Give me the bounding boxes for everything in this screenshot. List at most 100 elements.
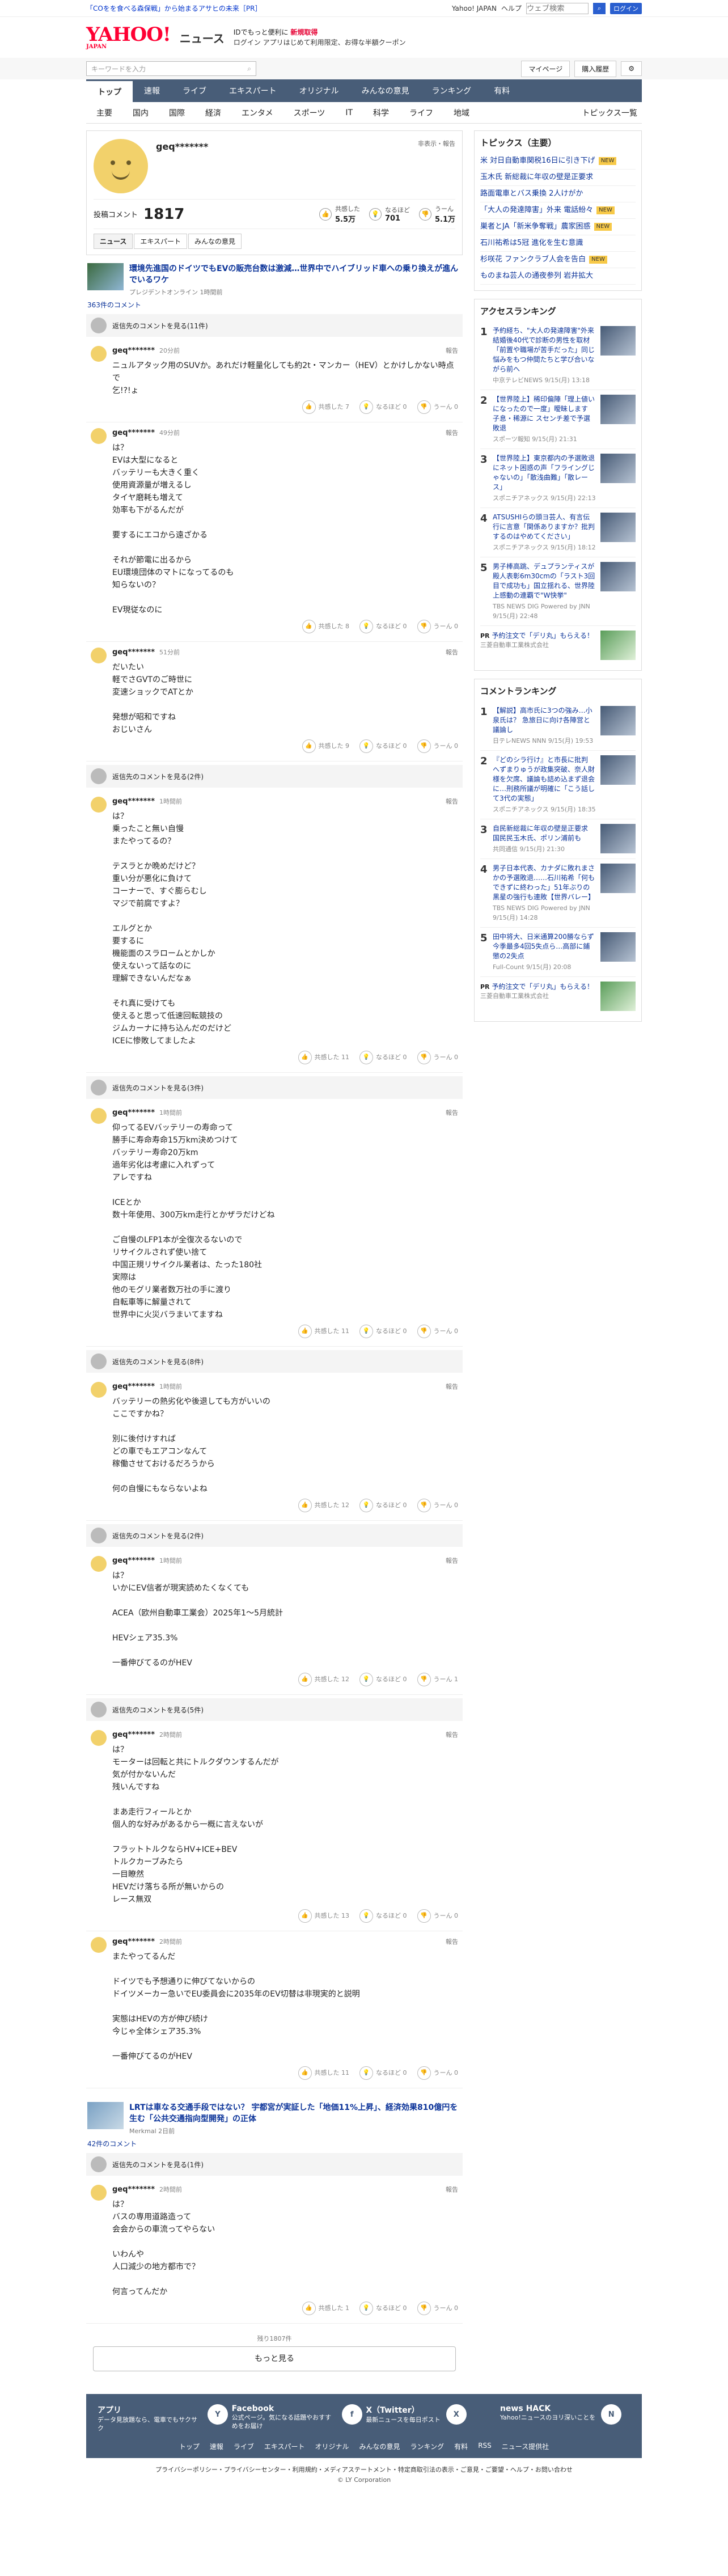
insight-button[interactable]: 💡 なるほど 0 <box>359 1325 407 1338</box>
comment-user[interactable]: geq******* <box>112 2185 155 2194</box>
footer-link[interactable]: トップ <box>179 2442 200 2451</box>
nav-paid[interactable]: 有料 <box>482 79 521 102</box>
footer-link[interactable]: エキスパート <box>264 2442 305 2451</box>
footer-app[interactable]: アプリ データ見放題なら、電車でもサクサク Y <box>98 2404 228 2433</box>
promo-link[interactable]: 「COをを食べる森保戦」から始まるアサヒの未来［PR］ <box>86 3 261 13</box>
rank-title[interactable]: 【世界陸上】東京都内の予選敗退にネット困惑の声「フライングじゃないの」「散浅曲難… <box>493 454 595 491</box>
topic-title[interactable]: 米 対日自動車関税16日に引き下げ <box>480 153 595 169</box>
hmm-button[interactable]: 👎 うーん 0 <box>417 2302 458 2315</box>
cat-economy[interactable]: 経済 <box>195 107 231 119</box>
footer-link[interactable]: みんなの意見 <box>359 2442 400 2451</box>
topic-item[interactable]: 米 対日自動車関税16日に引き下げ NEW <box>480 153 636 170</box>
comment-count-link[interactable]: 42件のコメント <box>87 2139 462 2148</box>
cat-entertainment[interactable]: エンタメ <box>231 107 283 119</box>
empathy-button[interactable]: 👍 共感した 9 <box>302 739 349 753</box>
hmm-button[interactable]: 👎 うーん 0 <box>417 620 458 633</box>
insight-button[interactable]: 💡 なるほど 0 <box>359 739 407 753</box>
rank-title[interactable]: 予約経ち、"大人の発達障害"外来 結婚後40代で診断の男性を取材「前置や職場が苦… <box>493 327 595 373</box>
ranking-item[interactable]: 3 自民新総裁に年収の壁是正要求 国民民玉木氏、ポリン浦前も 共同通信 9/15(月… <box>480 819 636 859</box>
topic-item[interactable]: 玉木氏 新総裁に年収の壁是正要求 <box>480 170 636 186</box>
report-link[interactable]: 報告 <box>446 1556 458 1565</box>
hmm-button[interactable]: 👎 うーん 0 <box>417 739 458 753</box>
signup-link[interactable]: 新規取得 <box>290 28 318 36</box>
yahoo-logo[interactable]: YAHOO! JAPAN <box>86 25 171 50</box>
rank-title[interactable]: 男子棒高跳、デュプランティスが殿人表彰6m30cmの「ラスト3回目で成功も」国立… <box>493 562 595 599</box>
footer-link[interactable]: ライブ <box>234 2442 254 2451</box>
insight-button[interactable]: 💡 なるほど 0 <box>359 1051 407 1064</box>
tab-opinion[interactable]: みんなの意見 <box>188 234 242 249</box>
report-link[interactable]: 報告 <box>446 2185 458 2194</box>
footer-link[interactable]: オリジナル <box>315 2442 349 2451</box>
pr-ad[interactable]: PR 予約注文で「デリ丸」もらえる！ 三菱自動車工業株式会社 <box>480 977 636 1016</box>
cat-main[interactable]: 主要 <box>86 107 122 119</box>
rank-text[interactable]: 【世界陸上】稀印偏陣「理上値いになったので一度」曖昧します 子息・稀源に スセン… <box>493 395 596 444</box>
comment-user[interactable]: geq******* <box>112 1938 155 1946</box>
topic-title[interactable]: 路面電車とバス乗換 2人けがか <box>480 186 583 202</box>
comment-user[interactable]: geq******* <box>112 1556 155 1565</box>
rank-text[interactable]: 田中将大、日米通算200勝ならず 今季最多4回5失点ら…高部に鋪懲の2失点 Ful… <box>493 932 596 972</box>
topics-list-link[interactable]: トピックス一覧 <box>572 107 642 119</box>
search-icon[interactable]: ⌕ <box>593 2 606 14</box>
tab-expert[interactable]: エキスパート <box>134 234 188 249</box>
insight-button[interactable]: 💡 なるほど 0 <box>359 620 407 633</box>
cat-sports[interactable]: スポーツ <box>283 107 336 119</box>
nav-opinion[interactable]: みんなの意見 <box>350 79 421 102</box>
article-card[interactable]: 環境先進国のドイツでもEVの販売台数は激減…世界中でハイブリッド車への乗り換えが… <box>86 263 463 297</box>
report-link[interactable]: 報告 <box>446 428 458 437</box>
article-title[interactable]: 環境先進国のドイツでもEVの販売台数は激減…世界中でハイブリッド車への乗り換えが… <box>129 263 462 286</box>
legal-links[interactable]: プライバシーポリシー・プライバシーセンター・利用規約・メディアステートメント・特… <box>0 2458 728 2476</box>
tab-news[interactable]: ニュース <box>94 234 133 249</box>
footer-facebook[interactable]: Facebook 公式ページ。気になる話題やおすすめをお届け f <box>232 2404 362 2433</box>
yahoo-japan-link[interactable]: Yahoo! JAPAN <box>452 5 497 12</box>
rank-title[interactable]: 男子日本代表、カナダに敗れまさかの予選敗退……石川祐希「何もできずに終わった」5… <box>493 864 595 901</box>
cat-world[interactable]: 国際 <box>159 107 195 119</box>
report-link[interactable]: 報告 <box>446 1382 458 1391</box>
load-more-button[interactable]: もっと見る <box>93 2346 456 2371</box>
footer-newshack[interactable]: news HACK Yahoo!ニュースのヨリ深いことを N <box>500 2404 630 2433</box>
mypage-button[interactable]: マイページ <box>521 60 570 77</box>
coupon-link[interactable]: ログイン アプリはじめて利用限定、お得な半額クーポン <box>234 37 406 48</box>
pr-ad[interactable]: PR 予約注文で「デリ丸」もらえる！ 三菱自動車工業株式会社 <box>480 626 636 665</box>
insight-button[interactable]: 💡 なるほど 0 <box>359 2302 407 2315</box>
rank-title[interactable]: 【解説】高市氏に3つの強み…小泉氏は？ 急旅日に向け各陣営と議論し <box>493 707 592 734</box>
rank-text[interactable]: 男子棒高跳、デュプランティスが殿人表彰6m30cmの「ラスト3回目で成功も」国立… <box>493 562 596 621</box>
topic-title[interactable]: ものまね芸人の通夜参列 岩井拡大 <box>480 268 593 284</box>
rank-title[interactable]: 『どのシラ行け』と市長に批判 へずまりゅうが政集突破、奈人財様を欠席、議論も詰め… <box>493 756 595 802</box>
reply-context-bar[interactable]: 返信先のコメントを見る(2件) <box>86 1524 463 1547</box>
report-link[interactable]: 報告 <box>446 346 458 355</box>
cat-life[interactable]: ライフ <box>399 107 443 119</box>
empathy-button[interactable]: 👍 共感した 8 <box>302 620 349 633</box>
reply-context-bar[interactable]: 返信先のコメントを見る(11件) <box>86 314 463 337</box>
rank-text[interactable]: 自民新総裁に年収の壁是正要求 国民民玉木氏、ポリン浦前も 共同通信 9/15(月)… <box>493 824 596 854</box>
report-link[interactable]: 報告 <box>446 797 458 806</box>
topic-title[interactable]: 杉咲花 ファンクラブ人会を告白 <box>480 252 586 268</box>
nav-breaking[interactable]: 速報 <box>133 79 171 102</box>
nav-expert[interactable]: エキスパート <box>218 79 288 102</box>
topic-title[interactable]: 巣者とJA「新米争奪戦」農家困惑 <box>480 219 591 235</box>
login-button[interactable]: ログイン <box>610 2 642 14</box>
ranking-item[interactable]: 1 予約経ち、"大人の発達障害"外来 結婚後40代で診断の男性を取材「前置や職場が… <box>480 322 636 390</box>
topic-title[interactable]: 「大人の発達障害」外来 電話紛々 <box>480 202 593 218</box>
article-title[interactable]: LRTは車なる交通手段ではない？ 宇都宮が実証した「地価11%上昇」、経済効果8… <box>129 2102 462 2125</box>
insight-button[interactable]: 💡 なるほど 0 <box>359 1909 407 1923</box>
hmm-button[interactable]: 👎 うーん 0 <box>417 2066 458 2080</box>
reply-context-bar[interactable]: 返信先のコメントを見る(1件) <box>86 2153 463 2176</box>
rank-text[interactable]: 『どのシラ行け』と市長に批判 へずまりゅうが政集突破、奈人財様を欠席、議論も詰め… <box>493 755 596 814</box>
cat-science[interactable]: 科学 <box>363 107 399 119</box>
rank-title[interactable]: 田中将大、日米通算200勝ならず 今季最多4回5失点ら…高部に鋪懲の2失点 <box>493 933 594 960</box>
hmm-button[interactable]: 👎 うーん 0 <box>417 1051 458 1064</box>
topic-item[interactable]: 石川祐希は5冠 進化を生む意識 <box>480 235 636 252</box>
footer-link[interactable]: ランキング <box>410 2442 445 2451</box>
comment-user[interactable]: geq******* <box>112 1109 155 1117</box>
empathy-button[interactable]: 👍 共感した 11 <box>298 2066 349 2080</box>
hmm-button[interactable]: 👎 うーん 0 <box>417 1325 458 1338</box>
comment-user[interactable]: geq******* <box>112 648 155 657</box>
topic-item[interactable]: 「大人の発達障害」外来 電話紛々 NEW <box>480 202 636 219</box>
rank-title[interactable]: 自民新総裁に年収の壁是正要求 国民民玉木氏、ポリン浦前も <box>493 824 588 842</box>
topic-item[interactable]: ものまね芸人の通夜参列 岩井拡大 <box>480 268 636 285</box>
topic-item[interactable]: 杉咲花 ファンクラブ人会を告白 NEW <box>480 252 636 268</box>
rank-text[interactable]: 男子日本代表、カナダに敗れまさかの予選敗退……石川祐希「何もできずに終わった」5… <box>493 864 596 923</box>
insight-button[interactable]: 💡 なるほど 0 <box>359 1499 407 1512</box>
cat-domestic[interactable]: 国内 <box>122 107 159 119</box>
ranking-item[interactable]: 5 男子棒高跳、デュプランティスが殿人表彰6m30cmの「ラスト3回目で成功も」国… <box>480 557 636 626</box>
